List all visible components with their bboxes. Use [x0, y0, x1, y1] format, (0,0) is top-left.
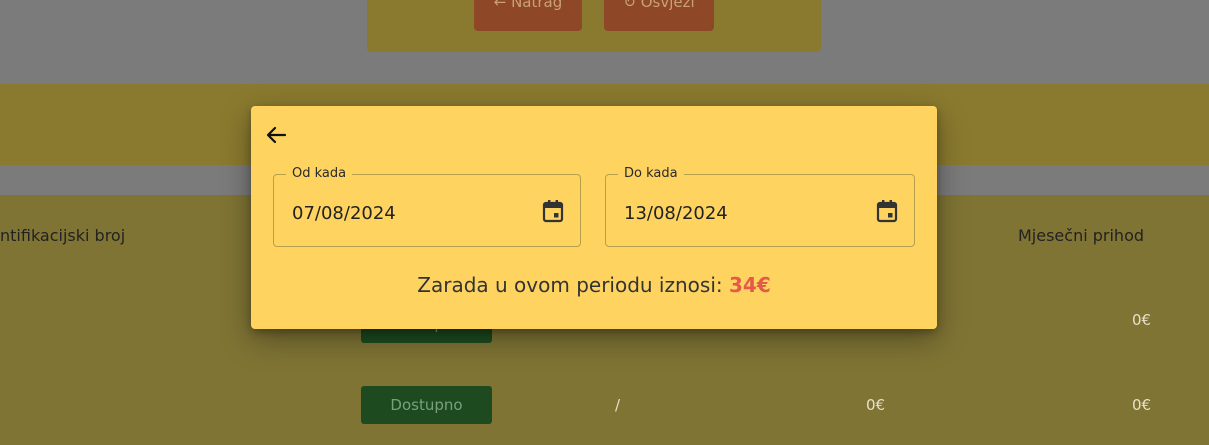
- to-date-label: Do kada: [618, 165, 684, 183]
- calendar-icon[interactable]: [542, 199, 564, 223]
- earnings-period-dialog: Od kada 07/08/2024 Do kada 13/08/2024 Za…: [251, 106, 937, 329]
- back-button-bg: ← Natrag: [474, 0, 582, 31]
- monthly-income-row2: 0€: [1132, 396, 1152, 414]
- earnings-summary: Zarada u ovom periodu iznosi: 34€: [251, 273, 937, 297]
- status-button-row2: Dostupno: [361, 386, 492, 424]
- to-date-field[interactable]: Do kada 13/08/2024: [605, 165, 915, 247]
- earnings-amount: 34€: [728, 273, 771, 297]
- monthly-income-row1: 0€: [1132, 311, 1152, 329]
- from-date-value[interactable]: 07/08/2024: [292, 203, 396, 224]
- from-date-label: Od kada: [286, 165, 353, 183]
- arrow-left-icon[interactable]: [264, 124, 288, 146]
- top-action-card: [367, 0, 821, 52]
- from-date-field[interactable]: Od kada 07/08/2024: [273, 165, 581, 247]
- refresh-button-bg: ↻ Osvježi: [604, 0, 714, 31]
- column-header-id: ntifikacijski broj: [0, 226, 126, 245]
- summary-text: Zarada u ovom periodu iznosi:: [417, 273, 723, 297]
- to-date-value[interactable]: 13/08/2024: [624, 203, 728, 224]
- earned-cell-row2: 0€: [866, 396, 886, 414]
- value-cell-row2: /: [615, 396, 621, 414]
- column-header-monthly-income: Mjesečni prihod: [1018, 226, 1145, 245]
- calendar-icon[interactable]: [876, 199, 898, 223]
